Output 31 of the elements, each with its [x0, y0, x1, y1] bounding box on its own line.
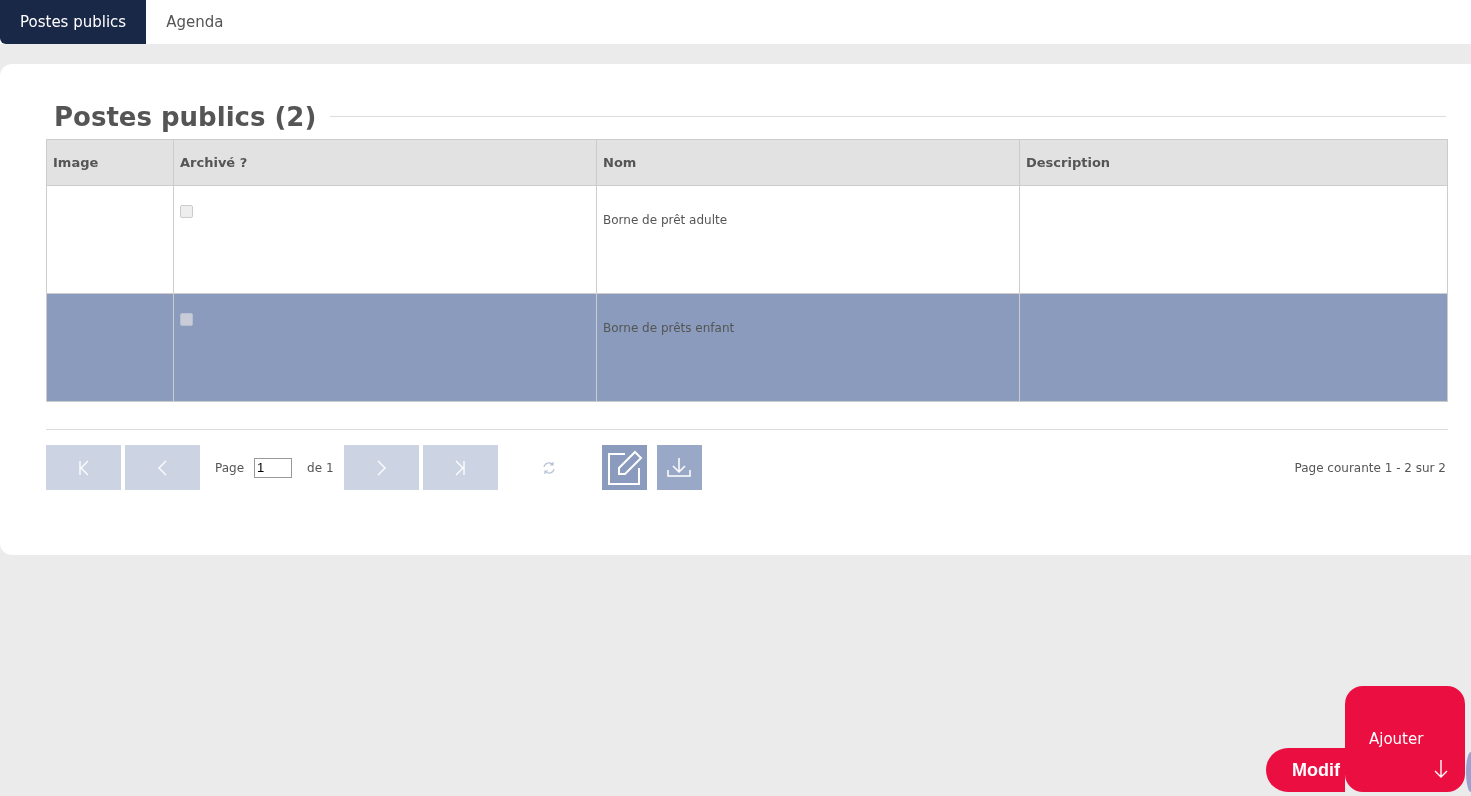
column-header[interactable]: Nom — [596, 140, 1019, 185]
page-title: Postes publics (2) — [54, 101, 317, 132]
first-page-button[interactable] — [46, 445, 121, 490]
arrow-down-icon — [1434, 759, 1448, 779]
tab[interactable]: Postes publics — [0, 0, 147, 44]
download-icon — [664, 456, 694, 479]
checkbox[interactable] — [180, 205, 193, 218]
tab[interactable]: Agenda — [146, 0, 244, 44]
table-cell: Borne de prêt adulte — [603, 213, 728, 227]
column-header[interactable]: Archivé ? — [173, 140, 596, 185]
add-button[interactable]: Ajouter — [1345, 686, 1465, 792]
refresh-icon[interactable] — [541, 460, 556, 475]
table-cell: Borne de prêts enfant — [603, 321, 735, 335]
column-header[interactable]: Description — [1019, 140, 1447, 185]
page-input[interactable]: 1 — [254, 457, 293, 478]
edit-icon — [605, 448, 643, 487]
last-page-button[interactable] — [422, 445, 498, 490]
previous-page-button[interactable] — [125, 445, 200, 490]
page-count: de 1 — [307, 460, 334, 475]
page-summary: Page courante 1 - 2 sur 2 — [1294, 460, 1446, 475]
first-page-icon — [76, 458, 91, 477]
export-xls-button[interactable] — [656, 445, 702, 490]
column-header[interactable]: Image — [47, 140, 173, 185]
modify-button[interactable]: Modif — [1266, 748, 1345, 792]
round-button[interactable] — [1466, 752, 1471, 792]
table-row[interactable]: Borne de prêt adulte — [47, 186, 1447, 294]
checkbox[interactable] — [180, 313, 193, 326]
next-page-button[interactable] — [343, 445, 419, 490]
edit-button[interactable] — [601, 445, 647, 490]
page-label: Page — [215, 460, 245, 475]
last-page-icon — [453, 458, 467, 477]
